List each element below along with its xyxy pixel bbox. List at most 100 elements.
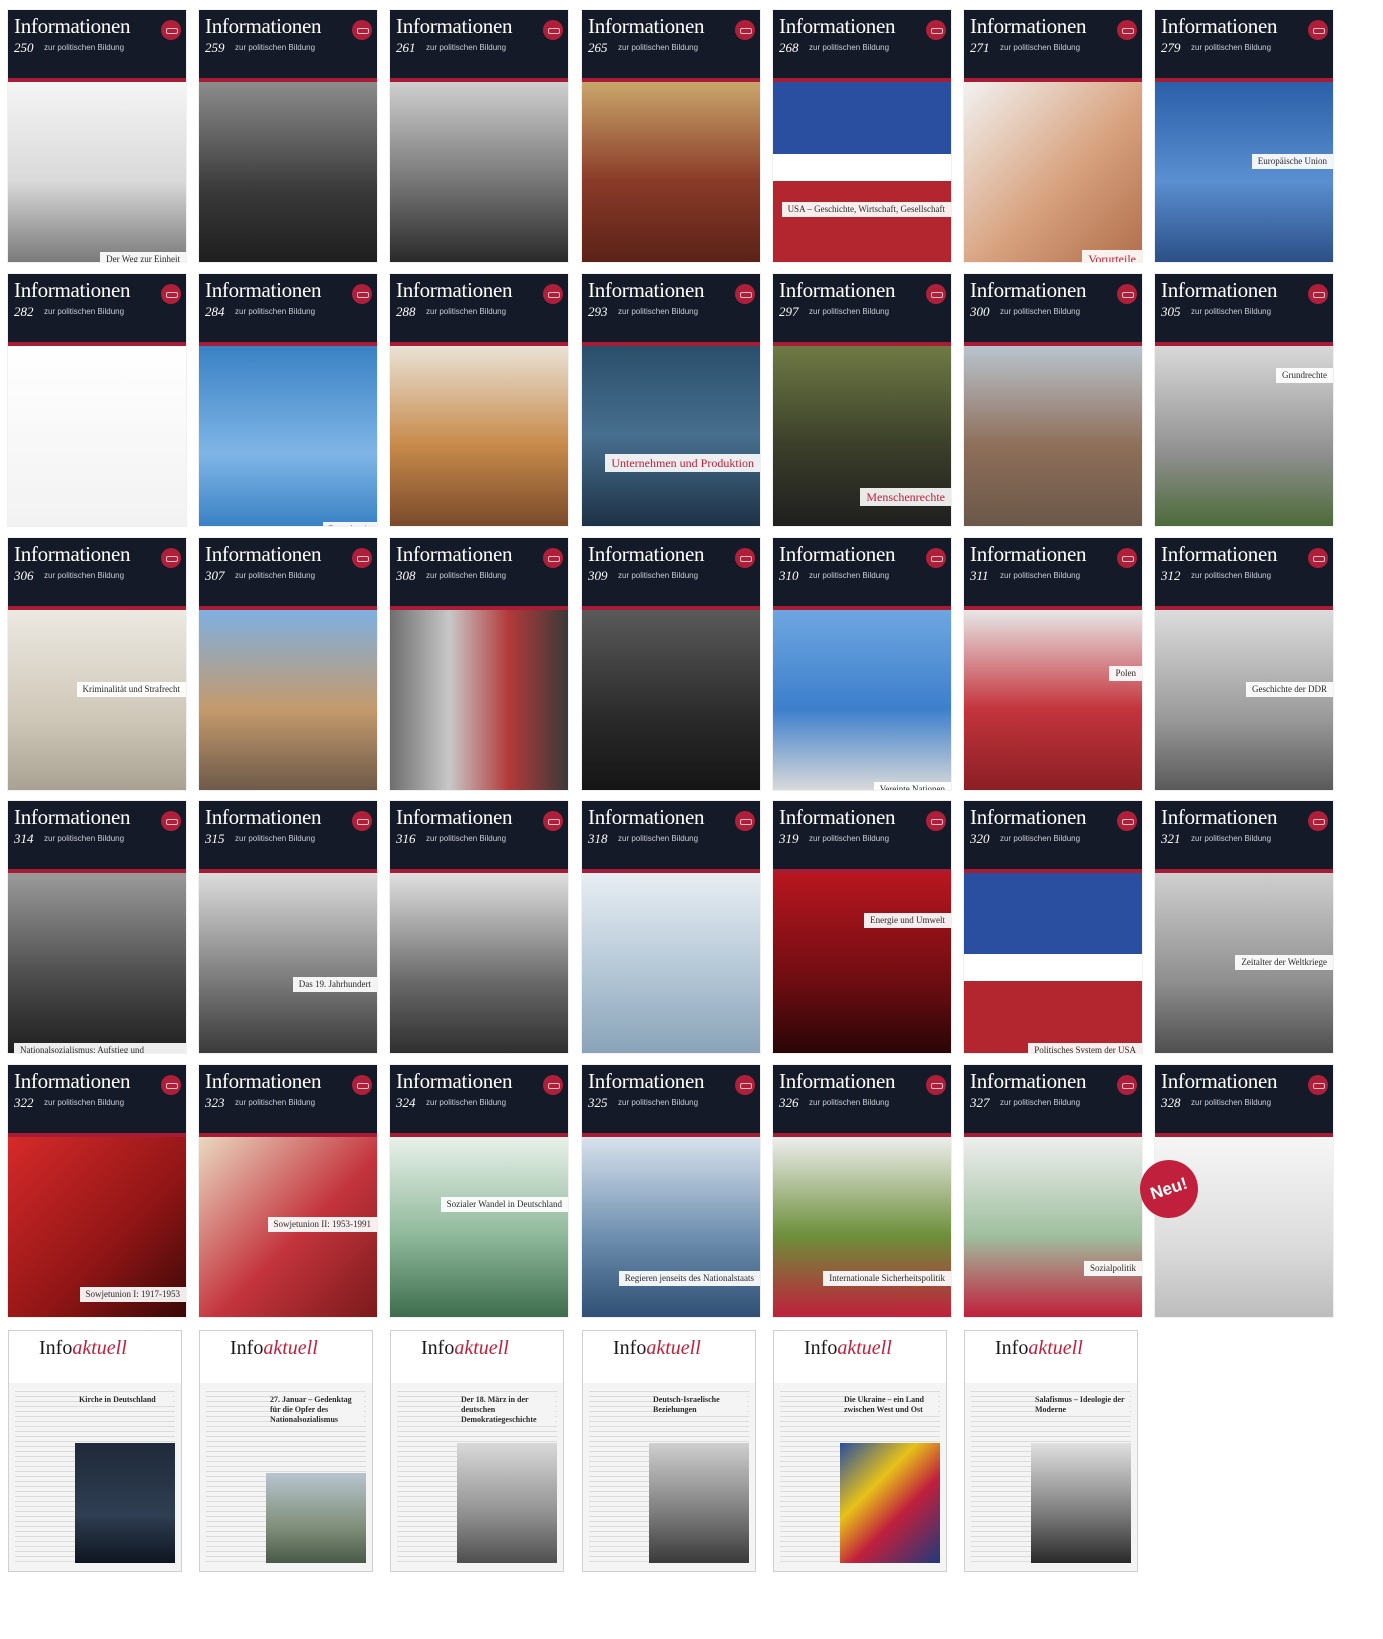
info-aktuell-header: Infoaktuell xyxy=(583,1331,755,1383)
bpb-logo-icon xyxy=(543,811,563,831)
bpb-logo-icon xyxy=(735,1075,755,1095)
publication-cover[interactable]: Informationen 288 zur politischen Bildung S… xyxy=(390,274,568,526)
cover-topic-title: Sozialpolitik xyxy=(1084,1261,1142,1276)
publication-cover[interactable]: Informationen 268 zur politischen Bildung U… xyxy=(773,10,951,262)
info-aktuell-title: Salafismus – Ideologie der Moderne xyxy=(1035,1395,1129,1415)
cover-subtitle: zur politischen Bildung xyxy=(1000,571,1081,580)
cover-header: Informationen 250 zur politischen Bildung xyxy=(8,10,186,78)
publication-cover[interactable]: Informationen 323 zur politischen Bildung S… xyxy=(199,1065,377,1317)
publication-cover[interactable]: Informationen 271 zur politischen Bildung V… xyxy=(964,10,1142,262)
cover-image: Steuern und Finanzen xyxy=(390,346,568,526)
publication-cover[interactable]: Informationen 324 zur politischen Bildung S… xyxy=(390,1065,568,1317)
info-aktuell-cover[interactable]: Infoaktuell Kirche in Deutschland xyxy=(8,1330,182,1572)
publication-cover[interactable]: Informationen 259 zur politischen Bildung D… xyxy=(199,10,377,262)
cover-issue-number: 319 xyxy=(779,831,799,846)
cover-image: Vereinte Nationen xyxy=(773,610,951,790)
info-aktuell-header: Infoaktuell xyxy=(200,1331,372,1383)
cover-brand-title: Informationen xyxy=(396,278,513,302)
cover-header: Informationen 310 zur politischen Bildung xyxy=(773,538,951,606)
cover-subtitle: zur politischen Bildung xyxy=(426,834,507,843)
publication-cover[interactable]: Informationen 300 zur politischen Bildung L… xyxy=(964,274,1142,526)
publication-cover[interactable]: Informationen 282 zur politischen Bildung B… xyxy=(8,274,186,526)
info-aktuell-cover[interactable]: Infoaktuell Die Ukraine – ein Land zwisch… xyxy=(773,1330,947,1572)
bpb-logo-icon xyxy=(352,284,372,304)
bpb-logo-icon xyxy=(1308,284,1328,304)
publication-cover[interactable]: Informationen 305 zur politischen Bildung G… xyxy=(1155,274,1333,526)
publication-cover[interactable]: Informationen 309 zur politischen Bildung M… xyxy=(582,538,760,790)
bpb-logo-icon xyxy=(161,1075,181,1095)
publication-cover[interactable]: Informationen 261 zur politischen Bildung W… xyxy=(390,10,568,262)
publication-cover[interactable]: Informationen 312 zur politischen Bildung G… xyxy=(1155,538,1333,790)
bpb-logo-icon xyxy=(543,548,563,568)
publication-cover[interactable]: Informationen 322 zur politischen Bildung S… xyxy=(8,1065,186,1317)
cover-brand-title: Informationen xyxy=(970,14,1087,38)
cover-issue-number: 314 xyxy=(14,831,34,846)
publication-cover[interactable]: Informationen 325 zur politischen Bildung R… xyxy=(582,1065,760,1317)
publication-cover[interactable]: Informationen 265 zur politischen Bildung R… xyxy=(582,10,760,262)
publication-cover[interactable]: Informationen 315 zur politischen Bildung D… xyxy=(199,801,377,1053)
bpb-logo-icon xyxy=(1117,548,1137,568)
cover-brand-title: Informationen xyxy=(205,805,322,829)
cover-brand-title: Informationen xyxy=(14,1069,131,1093)
publication-cover[interactable]: Informationen 327 zur politischen Bildung S… xyxy=(964,1065,1142,1317)
publication-cover[interactable]: Informationen 310 zur politischen Bildung V… xyxy=(773,538,951,790)
cover-subtitle: zur politischen Bildung xyxy=(44,571,125,580)
publication-cover[interactable]: Informationen 297 zur politischen Bildung M… xyxy=(773,274,951,526)
cover-brand-title: Informationen xyxy=(1161,14,1278,38)
publication-cover[interactable]: Informationen 314 zur politischen Bildung N… xyxy=(8,801,186,1053)
cover-image: Bevölkerungsentwicklung xyxy=(8,346,186,526)
publication-cover[interactable]: Informationen 284 zur politischen Bildung D… xyxy=(199,274,377,526)
publication-cover[interactable]: Informationen 306 zur politischen Bildung K… xyxy=(8,538,186,790)
cover-subtitle: zur politischen Bildung xyxy=(1191,571,1272,580)
cover-image: Lateinamerika xyxy=(964,346,1142,526)
info-aktuell-wordmark: Infoaktuell xyxy=(39,1337,127,1359)
publication-cover[interactable]: Informationen 326 zur politischen Bildung I… xyxy=(773,1065,951,1317)
cover-subtitle: zur politischen Bildung xyxy=(44,43,125,52)
info-aktuell-cover[interactable]: Infoaktuell Der 18. März in der deutschen… xyxy=(390,1330,564,1572)
publication-cover[interactable]: Informationen 293 zur politischen Bildung U… xyxy=(582,274,760,526)
cover-subtitle: zur politischen Bildung xyxy=(1191,43,1272,52)
info-aktuell-header: Infoaktuell xyxy=(965,1331,1137,1383)
info-aktuell-photo xyxy=(840,1443,940,1563)
publication-cover[interactable]: Informationen 316 zur politischen Bildung N… xyxy=(390,801,568,1053)
cover-subtitle: zur politischen Bildung xyxy=(618,571,699,580)
publication-cover[interactable]: Informationen 319 zur politischen Bildung E… xyxy=(773,801,951,1053)
cover-brand-title: Informationen xyxy=(396,805,513,829)
cover-brand-title: Informationen xyxy=(779,805,896,829)
publication-cover[interactable]: Informationen 279 zur politischen Bildung E… xyxy=(1155,10,1333,262)
info-aktuell-cover[interactable]: Infoaktuell Deutsch-Israelische Beziehung… xyxy=(582,1330,756,1572)
bpb-logo-icon xyxy=(352,20,372,40)
cover-subtitle: zur politischen Bildung xyxy=(1000,307,1081,316)
cover-header: Informationen 322 zur politischen Bildung xyxy=(8,1065,186,1133)
info-aktuell-cover[interactable]: Infoaktuell 27. Januar – Gedenktag für di… xyxy=(199,1330,373,1572)
cover-subtitle: zur politischen Bildung xyxy=(426,307,507,316)
publication-cover[interactable]: Informationen 250 zur politischen Bildung D… xyxy=(8,10,186,262)
cover-header: Informationen 323 zur politischen Bildung xyxy=(199,1065,377,1133)
cover-header: Informationen 315 zur politischen Bildung xyxy=(199,801,377,869)
cover-subtitle: zur politischen Bildung xyxy=(618,1098,699,1107)
cover-brand-title: Informationen xyxy=(779,542,896,566)
cover-subtitle: zur politischen Bildung xyxy=(809,43,890,52)
info-aktuell-photo xyxy=(649,1443,749,1563)
publication-cover[interactable]: Informationen 321 zur politischen Bildung Z… xyxy=(1155,801,1333,1053)
publication-cover[interactable]: Informationen 308 zur politischen Bildung H… xyxy=(390,538,568,790)
cover-topic-title: Sowjetunion II: 1953-1991 xyxy=(267,1217,377,1232)
publication-cover[interactable]: Informationen 307 zur politischen Bildung J… xyxy=(199,538,377,790)
cover-image: Internationale Sicherheitspolitik xyxy=(773,1137,951,1317)
cover-header: Informationen 318 zur politischen Bildung xyxy=(582,801,760,869)
cover-issue-number: 261 xyxy=(396,40,416,55)
cover-issue-number: 271 xyxy=(970,40,990,55)
cover-image: Jüdisches Leben in Deutschland xyxy=(199,610,377,790)
cover-subtitle: zur politischen Bildung xyxy=(426,43,507,52)
bpb-logo-icon xyxy=(352,811,372,831)
cover-header: Informationen 324 zur politischen Bildung xyxy=(390,1065,568,1133)
info-aktuell-photo xyxy=(266,1473,366,1563)
info-aktuell-cover[interactable]: Infoaktuell Salafismus – Ideologie der Mo… xyxy=(964,1330,1138,1572)
publication-cover[interactable]: Informationen 311 zur politischen Bildung P… xyxy=(964,538,1142,790)
cover-brand-title: Informationen xyxy=(1161,278,1278,302)
info-aktuell-title: 27. Januar – Gedenktag für die Opfer des… xyxy=(270,1395,364,1425)
cover-issue-number: 265 xyxy=(588,40,608,55)
publication-cover[interactable]: Informationen 318 zur politischen Bildung F… xyxy=(582,801,760,1053)
cover-issue-number: 327 xyxy=(970,1095,990,1110)
publication-cover[interactable]: Informationen 320 zur politischen Bildung P… xyxy=(964,801,1142,1053)
